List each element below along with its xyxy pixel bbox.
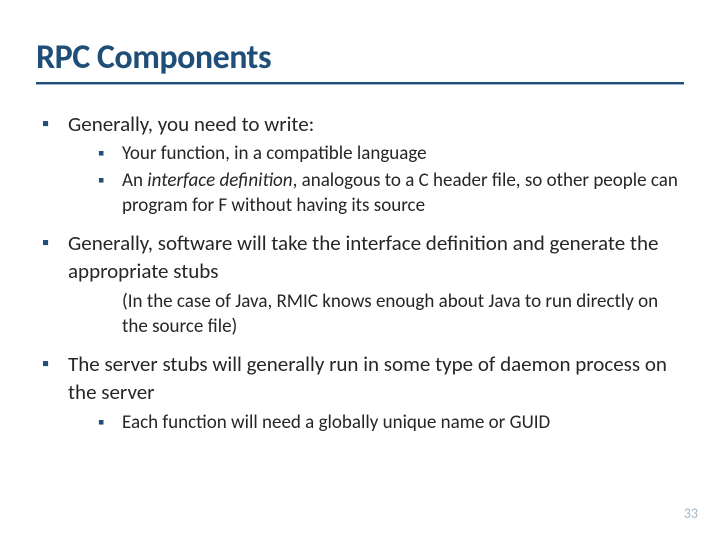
bullet-item: Generally, software will take the interf… — [42, 230, 684, 339]
bullet-list: Generally, you need to write: Your funct… — [36, 111, 684, 436]
bullet-text: Generally, you need to write: — [68, 111, 314, 137]
bullet-item: Generally, you need to write: Your funct… — [42, 111, 684, 219]
title-rule — [36, 82, 684, 85]
sub-bullet-list: Each function will need a globally uniqu… — [68, 411, 684, 436]
sub-bullet-prefix: An — [122, 169, 147, 192]
sub-bullet-text: Your function, in a compatible language — [122, 142, 427, 165]
sub-bullet-item: An interface definition, analogous to a … — [98, 169, 684, 218]
bullet-text: Generally, software will take the interf… — [68, 230, 658, 284]
sub-bullet-item: Each function will need a globally uniqu… — [98, 411, 684, 436]
bullet-item: The server stubs will generally run in s… — [42, 351, 684, 435]
slide: RPC Components Generally, you need to wr… — [0, 0, 720, 540]
sub-bullet-text: Each function will need a globally uniqu… — [122, 411, 550, 434]
sub-bullet-item: Your function, in a compatible language — [98, 142, 684, 167]
slide-content: Generally, you need to write: Your funct… — [36, 111, 684, 436]
page-number: 33 — [684, 505, 698, 522]
sub-bullet-list: Your function, in a compatible language … — [68, 142, 684, 218]
bullet-paragraph: (In the case of Java, RMIC knows enough … — [68, 290, 684, 339]
bullet-text: The server stubs will generally run in s… — [68, 351, 667, 405]
slide-title: RPC Components — [36, 40, 684, 76]
sub-bullet-emph: interface definition — [147, 169, 292, 192]
